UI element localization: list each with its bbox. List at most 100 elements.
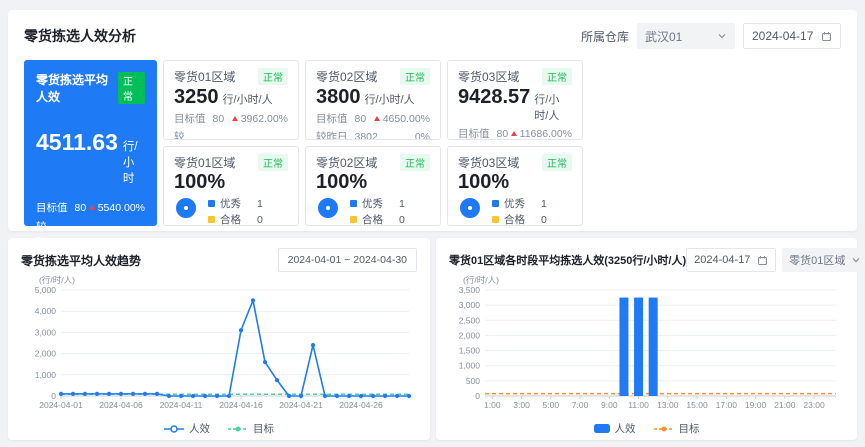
svg-text:3:00: 3:00 (513, 400, 530, 410)
legend-count: 1 (399, 198, 405, 210)
svg-text:2024-04-26: 2024-04-26 (339, 400, 383, 410)
legend-swatch (350, 200, 357, 207)
line-marker-icon (164, 424, 184, 434)
yesterday-value: 3802 (355, 131, 378, 141)
donut-chart (176, 198, 196, 218)
hourly-panel: 零货01区域各时段平均拣选人效(3250行/小时/人) 2024-04-17 零… (436, 238, 857, 440)
target-row: 目标值 80 11686.00% (458, 126, 572, 140)
status-badge: 正常 (400, 154, 430, 171)
legend-item-excellent: 优秀1 (492, 196, 547, 211)
calendar-icon (821, 31, 832, 42)
zone-value: 9428.57 (458, 86, 530, 108)
legend-swatch (492, 216, 499, 223)
legend-label: 优秀 (504, 196, 541, 211)
up-arrow-icon (374, 116, 380, 121)
svg-text:2024-04-21: 2024-04-21 (279, 400, 323, 410)
hourly-zone-select[interactable]: 零货01区域 (782, 248, 865, 272)
legend-count: 0 (257, 214, 263, 226)
svg-text:9:00: 9:00 (601, 400, 618, 410)
svg-text:0: 0 (475, 391, 480, 401)
date-picker[interactable]: 2024-04-17 (743, 23, 841, 49)
status-badge: 正常 (118, 72, 145, 104)
target-label: 目标值 (174, 111, 206, 126)
target-value: 80 (75, 202, 87, 214)
zone-card-02: 零货02区域 正常 3800 行/小时/人 目标值 80 4650.00% 较昨… (305, 60, 441, 140)
svg-text:17:00: 17:00 (716, 400, 738, 410)
legend-count: 0 (541, 214, 547, 226)
legend-swatch (208, 200, 215, 207)
target-label: 目标值 (458, 126, 490, 140)
zone-card-01: 零货01区域 正常 3250 行/小时/人 目标值 80 3962.00% 较昨… (163, 60, 299, 140)
hourly-title: 零货01区域各时段平均拣选人效(3250行/小时/人) (449, 252, 686, 268)
status-badge: 正常 (258, 68, 288, 85)
target-label: 目标值 (36, 200, 68, 215)
svg-text:1,500: 1,500 (459, 346, 481, 356)
legend-item-mubiao[interactable]: 目标 (654, 421, 700, 436)
hourly-bar-chart[interactable]: 05001,0001,5002,0002,5003,0003,500(行/时/人… (449, 274, 844, 416)
page-title: 零货拣选人效分析 (24, 26, 136, 46)
yesterday-row: 较昨日 3802 0% (316, 129, 430, 140)
legend-item-renxiao[interactable]: 人效 (164, 421, 210, 436)
rate-value: 100% (316, 171, 430, 193)
rate-value: 100% (174, 171, 288, 193)
svg-text:5:00: 5:00 (543, 400, 560, 410)
svg-text:3,500: 3,500 (459, 285, 481, 295)
zone-card-03: 零货03区域 正常 9428.57 行/小时/人 目标值 80 11686.00… (447, 60, 583, 140)
svg-text:5,000: 5,000 (35, 285, 57, 295)
target-value: 80 (213, 113, 225, 125)
trend-line-chart[interactable]: 01,0002,0003,0004,0005,000(行/时/人)2024-04… (21, 274, 417, 416)
legend-label: 合格 (362, 212, 399, 226)
legend-item-mubiao[interactable]: 目标 (228, 421, 274, 436)
summary-card-title: 零货拣选平均人效 (36, 71, 118, 105)
chevron-down-icon (851, 255, 861, 265)
svg-text:2024-04-06: 2024-04-06 (99, 400, 143, 410)
legend-count: 1 (257, 198, 263, 210)
bar-marker-icon (594, 424, 610, 433)
target-row: 目标值 80 3962.00% (174, 111, 288, 126)
svg-text:2024-04-16: 2024-04-16 (219, 400, 263, 410)
target-row: 目标值 80 4650.00% (316, 111, 430, 126)
warehouse-label: 所属仓库 (581, 28, 629, 45)
svg-text:2024-04-01: 2024-04-01 (39, 400, 83, 410)
legend-label: 优秀 (362, 196, 399, 211)
svg-text:3,000: 3,000 (459, 300, 481, 310)
svg-text:2024-04-11: 2024-04-11 (160, 400, 203, 410)
svg-text:11:00: 11:00 (628, 400, 649, 410)
rate-value: 100% (458, 171, 572, 193)
trend-legend: 人效 目标 (8, 421, 430, 436)
svg-text:4,000: 4,000 (35, 306, 57, 316)
status-badge: 正常 (542, 154, 572, 171)
rate-card-title: 零货01区域 (174, 154, 235, 171)
hourly-date-value: 2024-04-17 (694, 254, 750, 266)
svg-text:21:00: 21:00 (774, 400, 796, 410)
up-arrow-icon (232, 116, 238, 121)
yesterday-pct: 0% (415, 131, 430, 141)
svg-text:2,000: 2,000 (35, 349, 57, 359)
svg-text:500: 500 (466, 376, 480, 386)
yesterday-label: 较昨日 (174, 129, 193, 140)
chevron-down-icon (717, 31, 727, 41)
hourly-date-picker[interactable]: 2024-04-17 (686, 248, 776, 272)
legend-label: 人效 (189, 421, 210, 436)
date-range-picker[interactable]: 2024-04-01 ~ 2024-04-30 (278, 248, 417, 272)
svg-text:1,000: 1,000 (459, 361, 481, 371)
zone-card-title: 零货02区域 (316, 68, 377, 85)
trend-title: 零货拣选平均人效趋势 (21, 252, 141, 269)
zone-cards-grid: 零货01区域 正常 3250 行/小时/人 目标值 80 3962.00% 较昨… (163, 60, 583, 226)
legend-item-qualified: 合格0 (492, 212, 547, 226)
svg-text:2,500: 2,500 (459, 315, 481, 325)
status-badge: 正常 (258, 154, 288, 171)
target-pct: 3962.00% (241, 113, 288, 125)
zone-card-title: 零货01区域 (174, 68, 235, 85)
status-badge: 正常 (400, 68, 430, 85)
legend-item-renxiao[interactable]: 人效 (594, 421, 636, 436)
legend-count: 0 (399, 214, 405, 226)
up-arrow-icon (89, 205, 95, 210)
warehouse-select[interactable]: 武汉01 (637, 23, 735, 49)
svg-text:3,000: 3,000 (35, 327, 57, 337)
cards-area: 零货拣选平均人效 正常 4511.63 行/小时 目标值 80 5540.00%… (8, 49, 857, 226)
rate-card-title: 零货03区域 (458, 154, 519, 171)
legend-label: 合格 (504, 212, 541, 226)
date-picker-value: 2024-04-17 (752, 29, 813, 43)
zone-value: 3250 (174, 86, 219, 108)
